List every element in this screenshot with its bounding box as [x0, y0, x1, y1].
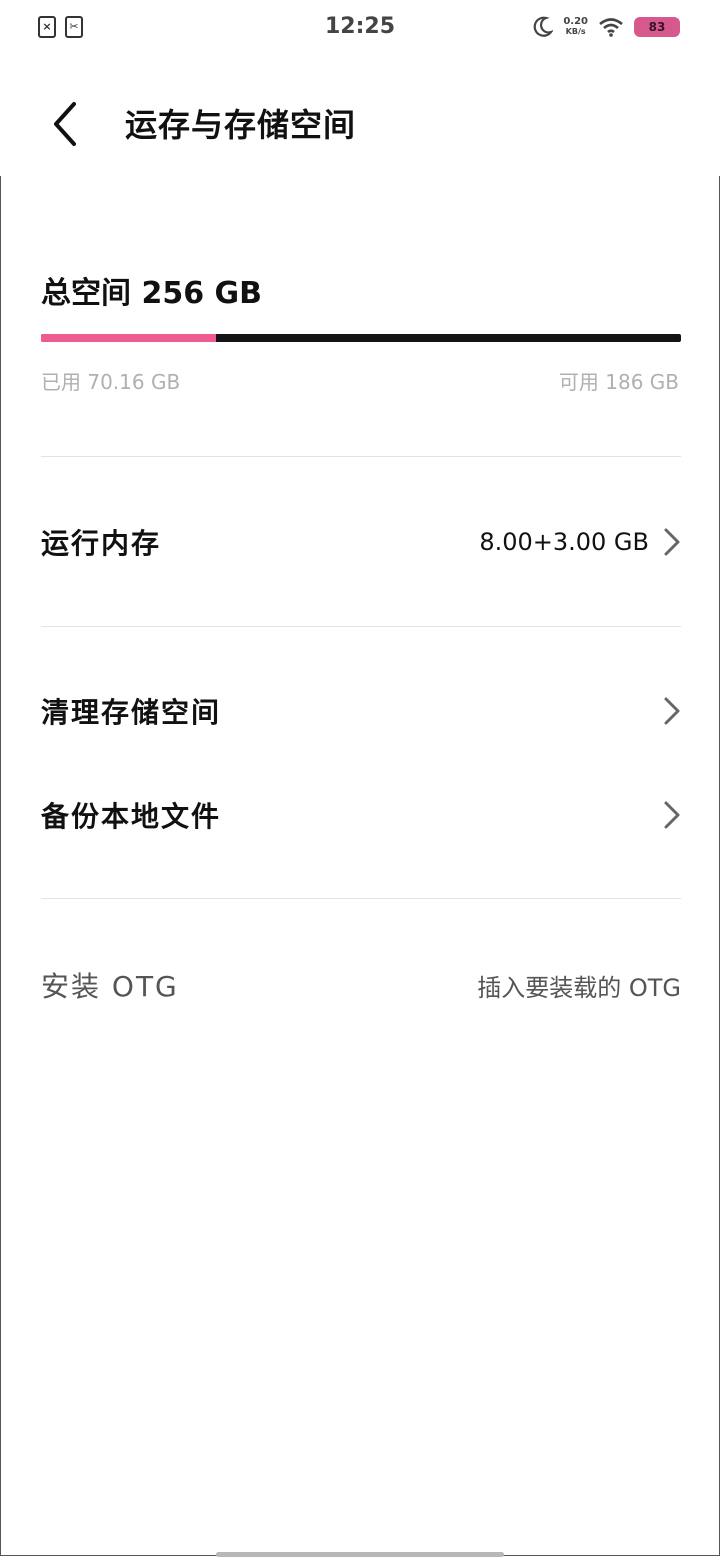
status-bar: × ✂ 12:25 0.20 KB/s 83 — [0, 0, 720, 56]
ram-value: 8.00+3.00 GB — [479, 528, 649, 556]
speed-value: 0.20 — [563, 16, 588, 27]
chevron-right-icon — [664, 528, 680, 556]
wifi-icon — [599, 18, 623, 37]
available-space-label: 可用 186 GB — [558, 370, 679, 394]
ram-label: 运行内存 — [41, 527, 162, 560]
battery-icon: 83 — [634, 17, 680, 37]
otg-row: 安装 OTG 插入要装载的 OTG — [41, 945, 681, 1025]
storage-usage-fill — [41, 334, 217, 342]
storage-content: 总空间 256 GB 已用 70.16 GB 可用 186 GB 运行内存 8.… — [0, 176, 720, 1556]
clean-storage-row[interactable]: 清理存储空间 — [41, 671, 681, 751]
storage-usage-bar — [41, 334, 681, 342]
clean-storage-label: 清理存储空间 — [41, 696, 222, 729]
page-title: 运存与存储空间 — [125, 106, 357, 144]
divider — [41, 456, 681, 457]
chevron-right-icon — [664, 697, 680, 725]
app-header: 运存与存储空间 — [0, 56, 720, 176]
backup-files-row[interactable]: 备份本地文件 — [41, 775, 681, 855]
chevron-right-icon — [664, 801, 680, 829]
chevron-left-icon[interactable] — [44, 96, 88, 152]
divider — [41, 898, 681, 899]
divider — [41, 626, 681, 627]
ram-row[interactable]: 运行内存 8.00+3.00 GB — [41, 502, 681, 582]
moon-icon — [533, 16, 554, 37]
home-indicator[interactable] — [216, 1552, 504, 1557]
status-right-icons: 0.20 KB/s 83 — [533, 16, 680, 38]
otg-value: 插入要装载的 OTG — [477, 973, 681, 1002]
total-space-label: 总空间 256 GB — [41, 276, 263, 311]
backup-files-label: 备份本地文件 — [41, 800, 222, 833]
network-speed: 0.20 KB/s — [563, 17, 588, 37]
otg-label: 安装 OTG — [41, 970, 179, 1003]
speed-unit: KB/s — [565, 27, 586, 36]
used-space-label: 已用 70.16 GB — [41, 370, 181, 394]
